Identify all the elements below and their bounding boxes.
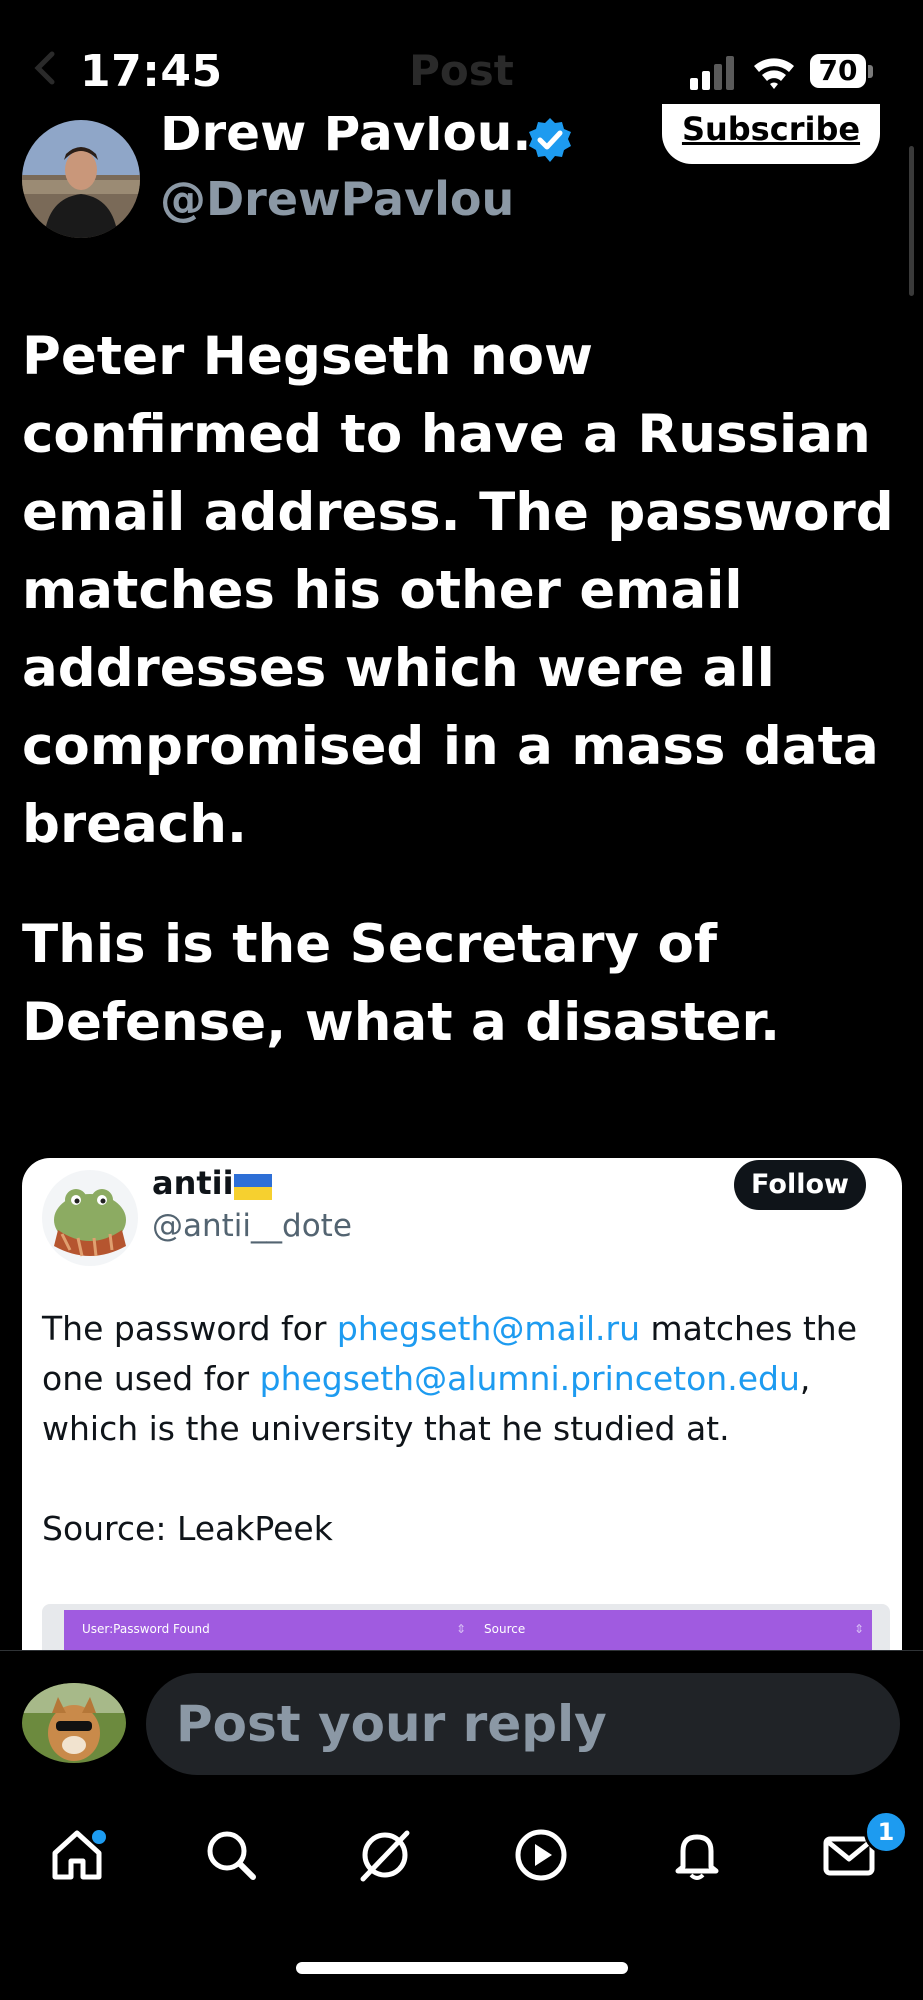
user-avatar[interactable] [22,1683,126,1763]
home-indicator[interactable] [296,1962,628,1974]
sort-icon: ⇕ [854,1622,865,1636]
quoted-author-name: antii [152,1164,234,1202]
status-time: 17:45 [80,46,223,97]
video-icon [515,1829,567,1881]
author-avatar[interactable] [22,120,140,238]
table-column-header: User:Password Found [82,1622,210,1636]
author-handle[interactable]: @DrewPavlou [160,172,514,226]
home-notification-dot [92,1830,106,1844]
sort-icon: ⇕ [456,1622,467,1636]
status-bar: Post 17:45 70 [0,0,923,110]
battery-tip [868,65,873,78]
ukraine-flag-icon [234,1174,272,1200]
reply-input[interactable]: Post your reply [146,1673,900,1775]
quoted-post-image[interactable]: antii @antii__dote Follow The password f… [22,1158,902,1658]
verified-badge-icon [529,118,571,162]
email-link: phegseth@mail.ru [336,1309,641,1348]
post-paragraph: Peter Hegseth now confirmed to have a Ru… [22,326,894,855]
bottom-navigation: 1 [0,1800,923,1910]
quoted-post-text: The password for phegseth@mail.ru matche… [42,1304,882,1554]
wifi-icon [754,58,794,89]
nav-search[interactable] [186,1810,276,1900]
notifications-icon [675,1834,719,1880]
messages-badge: 1 [864,1810,908,1854]
follow-button: Follow [734,1160,866,1210]
nav-notifications[interactable] [652,1810,742,1900]
reply-placeholder: Post your reply [176,1695,607,1753]
grok-icon [360,1830,410,1882]
table-column-header: Source [484,1622,526,1636]
subscribe-button[interactable]: Subscribe [662,104,880,164]
table-header: User:Password Found ⇕ Source ⇕ [64,1610,872,1650]
nav-grok[interactable] [340,1810,430,1900]
cellular-signal-icon [690,56,734,90]
quoted-source-line: Source: LeakPeek [42,1509,333,1548]
email-link: phegseth@alumni.princeton.edu [259,1359,800,1398]
battery-level: 70 [810,54,866,88]
author-name[interactable]: Drew Pavlou... [160,116,569,162]
quoted-text: The password for [42,1309,337,1348]
search-icon [207,1831,256,1880]
quoted-author-handle: @antii__dote [152,1208,352,1244]
battery-indicator: 70 [810,54,876,90]
nav-messages[interactable]: 1 [804,1810,908,1900]
nav-video[interactable] [496,1810,586,1900]
nav-home[interactable] [32,1810,122,1900]
post-paragraph: This is the Secretary of Defense, what a… [22,914,781,1053]
reply-bar: Post your reply [0,1650,923,1779]
scrollbar[interactable] [909,146,914,296]
quoted-author-avatar [42,1170,138,1266]
post-text: Peter Hegseth now confirmed to have a Ru… [22,318,902,1062]
